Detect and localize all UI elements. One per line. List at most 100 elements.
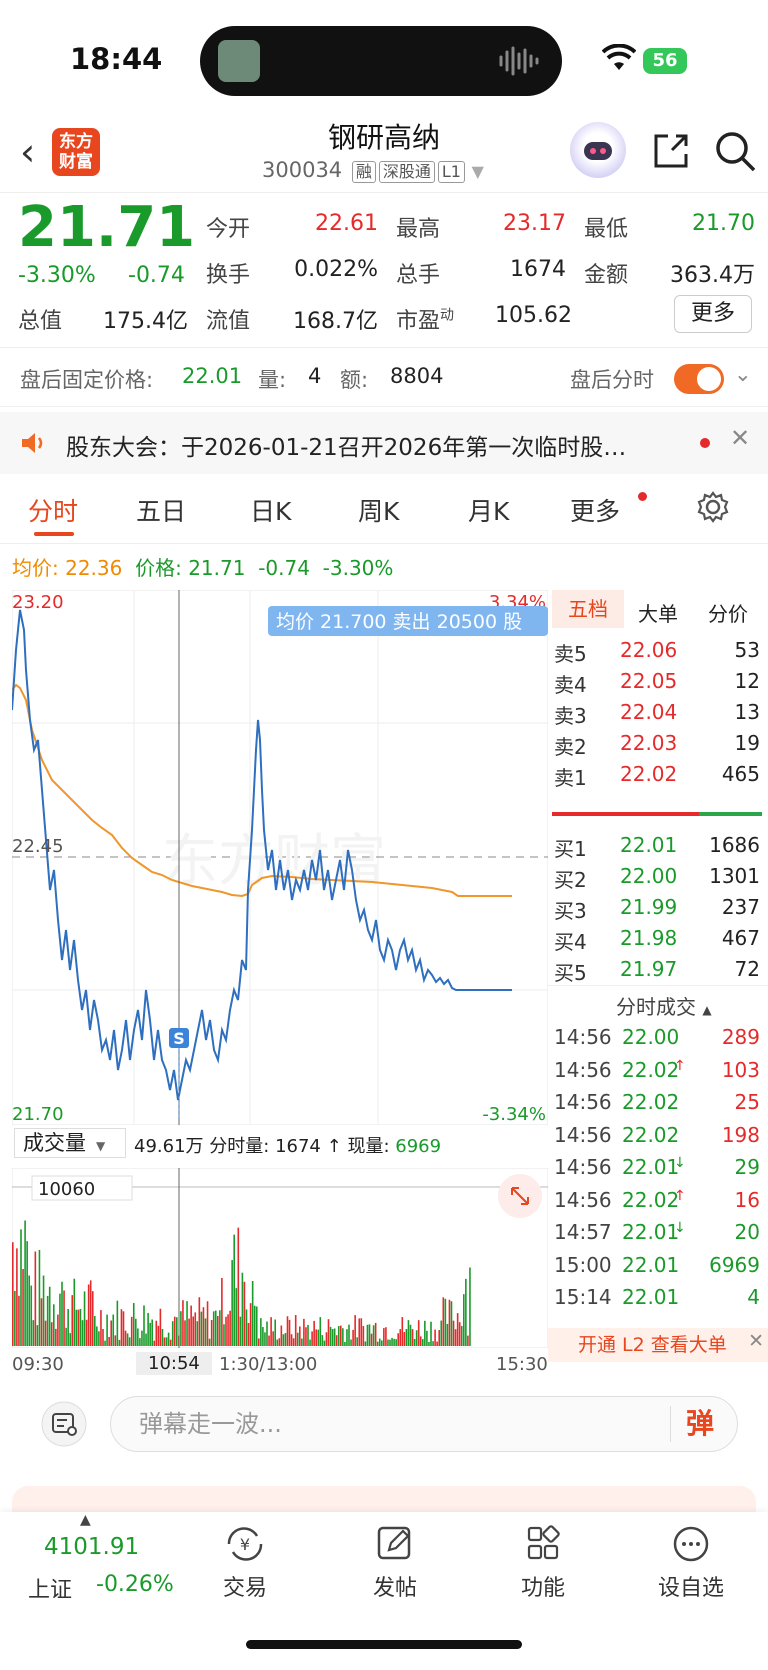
tab-five-day[interactable]: 五日 [136,492,186,528]
stock-header: ‹ 东方 财富 钢研高纳 300034 融深股通 L1 ▼ [0,110,768,192]
volume-bar [467,1335,469,1346]
tab-daily-k[interactable]: 日K [250,492,291,528]
search-icon[interactable] [712,128,758,174]
ask-price: 22.05 [620,669,678,693]
open-value: 22.61 [315,211,378,236]
home-indicator [246,1640,522,1649]
tick-title: 分时成交 ▲ [616,995,712,1019]
danmaku-settings-icon[interactable] [40,1400,88,1448]
volume-chart[interactable]: 10060 [12,1168,548,1348]
volume-bar [57,1314,59,1346]
bid-price: 22.00 [620,864,678,888]
volume-bar [42,1275,45,1346]
volume-bar [249,1303,252,1346]
bid-row[interactable]: 买4 21.98 467 [548,923,764,956]
bid-row[interactable]: 买2 22.00 1301 [548,861,764,894]
volume-bar [442,1297,445,1346]
volume-bar [419,1336,422,1346]
volume-stats: 49.61万 分时量: 1674 ↑ 现量: 6969 [134,1136,442,1157]
volume-bar [161,1328,164,1346]
volume-bar [385,1327,387,1346]
watchlist-icon [673,1526,709,1562]
index-change[interactable]: -0.26% [96,1572,174,1597]
indicator-dropdown[interactable]: 成交量 ▼ [14,1128,126,1158]
volume-bar [436,1341,438,1346]
volume-bar [130,1316,133,1346]
assistant-robot-icon[interactable] [570,122,626,178]
tick-price: 22.01 [622,1285,680,1309]
volume-bar [348,1324,350,1346]
ask-row[interactable]: 卖5 22.06 53 [548,635,764,668]
book-tab-price[interactable]: 分价 [708,598,748,627]
volume-bar [153,1340,156,1346]
ask-level: 卖2 [554,735,587,759]
volume-bar [288,1319,291,1346]
ask-row[interactable]: 卖4 22.05 12 [548,666,764,699]
index-value[interactable]: 4101.91 [44,1534,139,1560]
bid-volume: 237 [721,895,760,919]
volume-bar [159,1308,162,1346]
settings-icon[interactable] [696,490,730,524]
danmaku-send-button[interactable]: 弹 [686,1402,714,1442]
share-icon[interactable] [650,130,692,172]
ask-row[interactable]: 卖1 22.02 465 [548,759,764,792]
speaker-icon [22,433,43,453]
after-hours-amt: 8804 [390,364,444,388]
tag-level: L1 [437,161,465,183]
intraday-chart[interactable]: 东方财富 23.20 22.45 21.70 3.34% -3.34% 均价 2… [12,590,548,1125]
chevron-down-icon[interactable]: ⌄ [734,362,752,386]
notice-bar[interactable]: 股东大会：于2026-01-21召开2026年第一次临时股… ✕ [0,412,768,474]
nav-post[interactable]: 发帖 [340,1524,450,1602]
ask-row[interactable]: 卖3 22.04 13 [548,697,764,730]
index-name[interactable]: 上证 [28,1572,72,1604]
tab-monthly-k[interactable]: 月K [468,492,509,528]
tab-intraday[interactable]: 分时 [28,492,78,528]
after-hours-toggle[interactable] [674,364,724,394]
volume-bar [407,1320,410,1346]
tick-row: 14:56 22.02 ↑ 16 [548,1185,764,1219]
volume-bar [67,1308,69,1346]
volume-bar [432,1341,434,1346]
danmaku-input[interactable]: 弹幕走一波... [110,1396,738,1452]
status-bar: 18:44 56 [0,0,768,110]
volume-bar [192,1316,194,1346]
volume-bar [28,1275,30,1346]
nav-function[interactable]: 功能 [488,1524,598,1602]
tick-price: 22.01 [622,1155,680,1179]
more-button[interactable]: 更多 [674,295,752,333]
volume-bar [233,1234,235,1346]
book-tab-five[interactable]: 五档 [552,590,624,628]
nav-trade[interactable]: ¥ 交易 [190,1524,300,1602]
wifi-icon [602,44,636,70]
volume-bar [24,1220,26,1346]
volume-bar [399,1329,402,1346]
tab-weekly-k[interactable]: 周K [358,492,399,528]
book-tab-large[interactable]: 大单 [638,598,678,627]
bid-row[interactable]: 买1 22.01 1686 [548,830,764,863]
volume-bar [120,1309,123,1346]
volume-bar [393,1338,395,1346]
volume-bar [38,1249,41,1346]
volume-bar [356,1337,358,1346]
volume-bar [272,1331,274,1346]
volume-bar [14,1290,16,1346]
bid-row[interactable]: 买5 21.97 72 [548,954,764,987]
volume-bar [450,1301,453,1346]
chevron-up-icon[interactable]: ▲ [80,1512,91,1528]
volume-bar [299,1326,301,1346]
volume-bar [219,1310,221,1346]
high-value: 23.17 [503,211,566,236]
float-cap-value: 168.7亿 [293,309,378,334]
bid-row[interactable]: 买3 21.99 237 [548,892,764,925]
ask-volume: 12 [734,669,760,693]
l2-upgrade-banner[interactable]: 开通 L2 查看大单 ✕ [548,1328,768,1362]
volume-bar [184,1320,186,1346]
volume-bar [411,1329,414,1346]
nav-add-watchlist[interactable]: 设自选 [636,1524,746,1602]
tab-more[interactable]: 更多 [570,492,620,528]
volume-bar [247,1322,250,1346]
close-icon[interactable]: ✕ [730,424,750,452]
chevron-down-icon[interactable]: ▼ [472,162,484,181]
ask-row[interactable]: 卖2 22.03 19 [548,728,764,761]
volume-bar [389,1339,391,1346]
